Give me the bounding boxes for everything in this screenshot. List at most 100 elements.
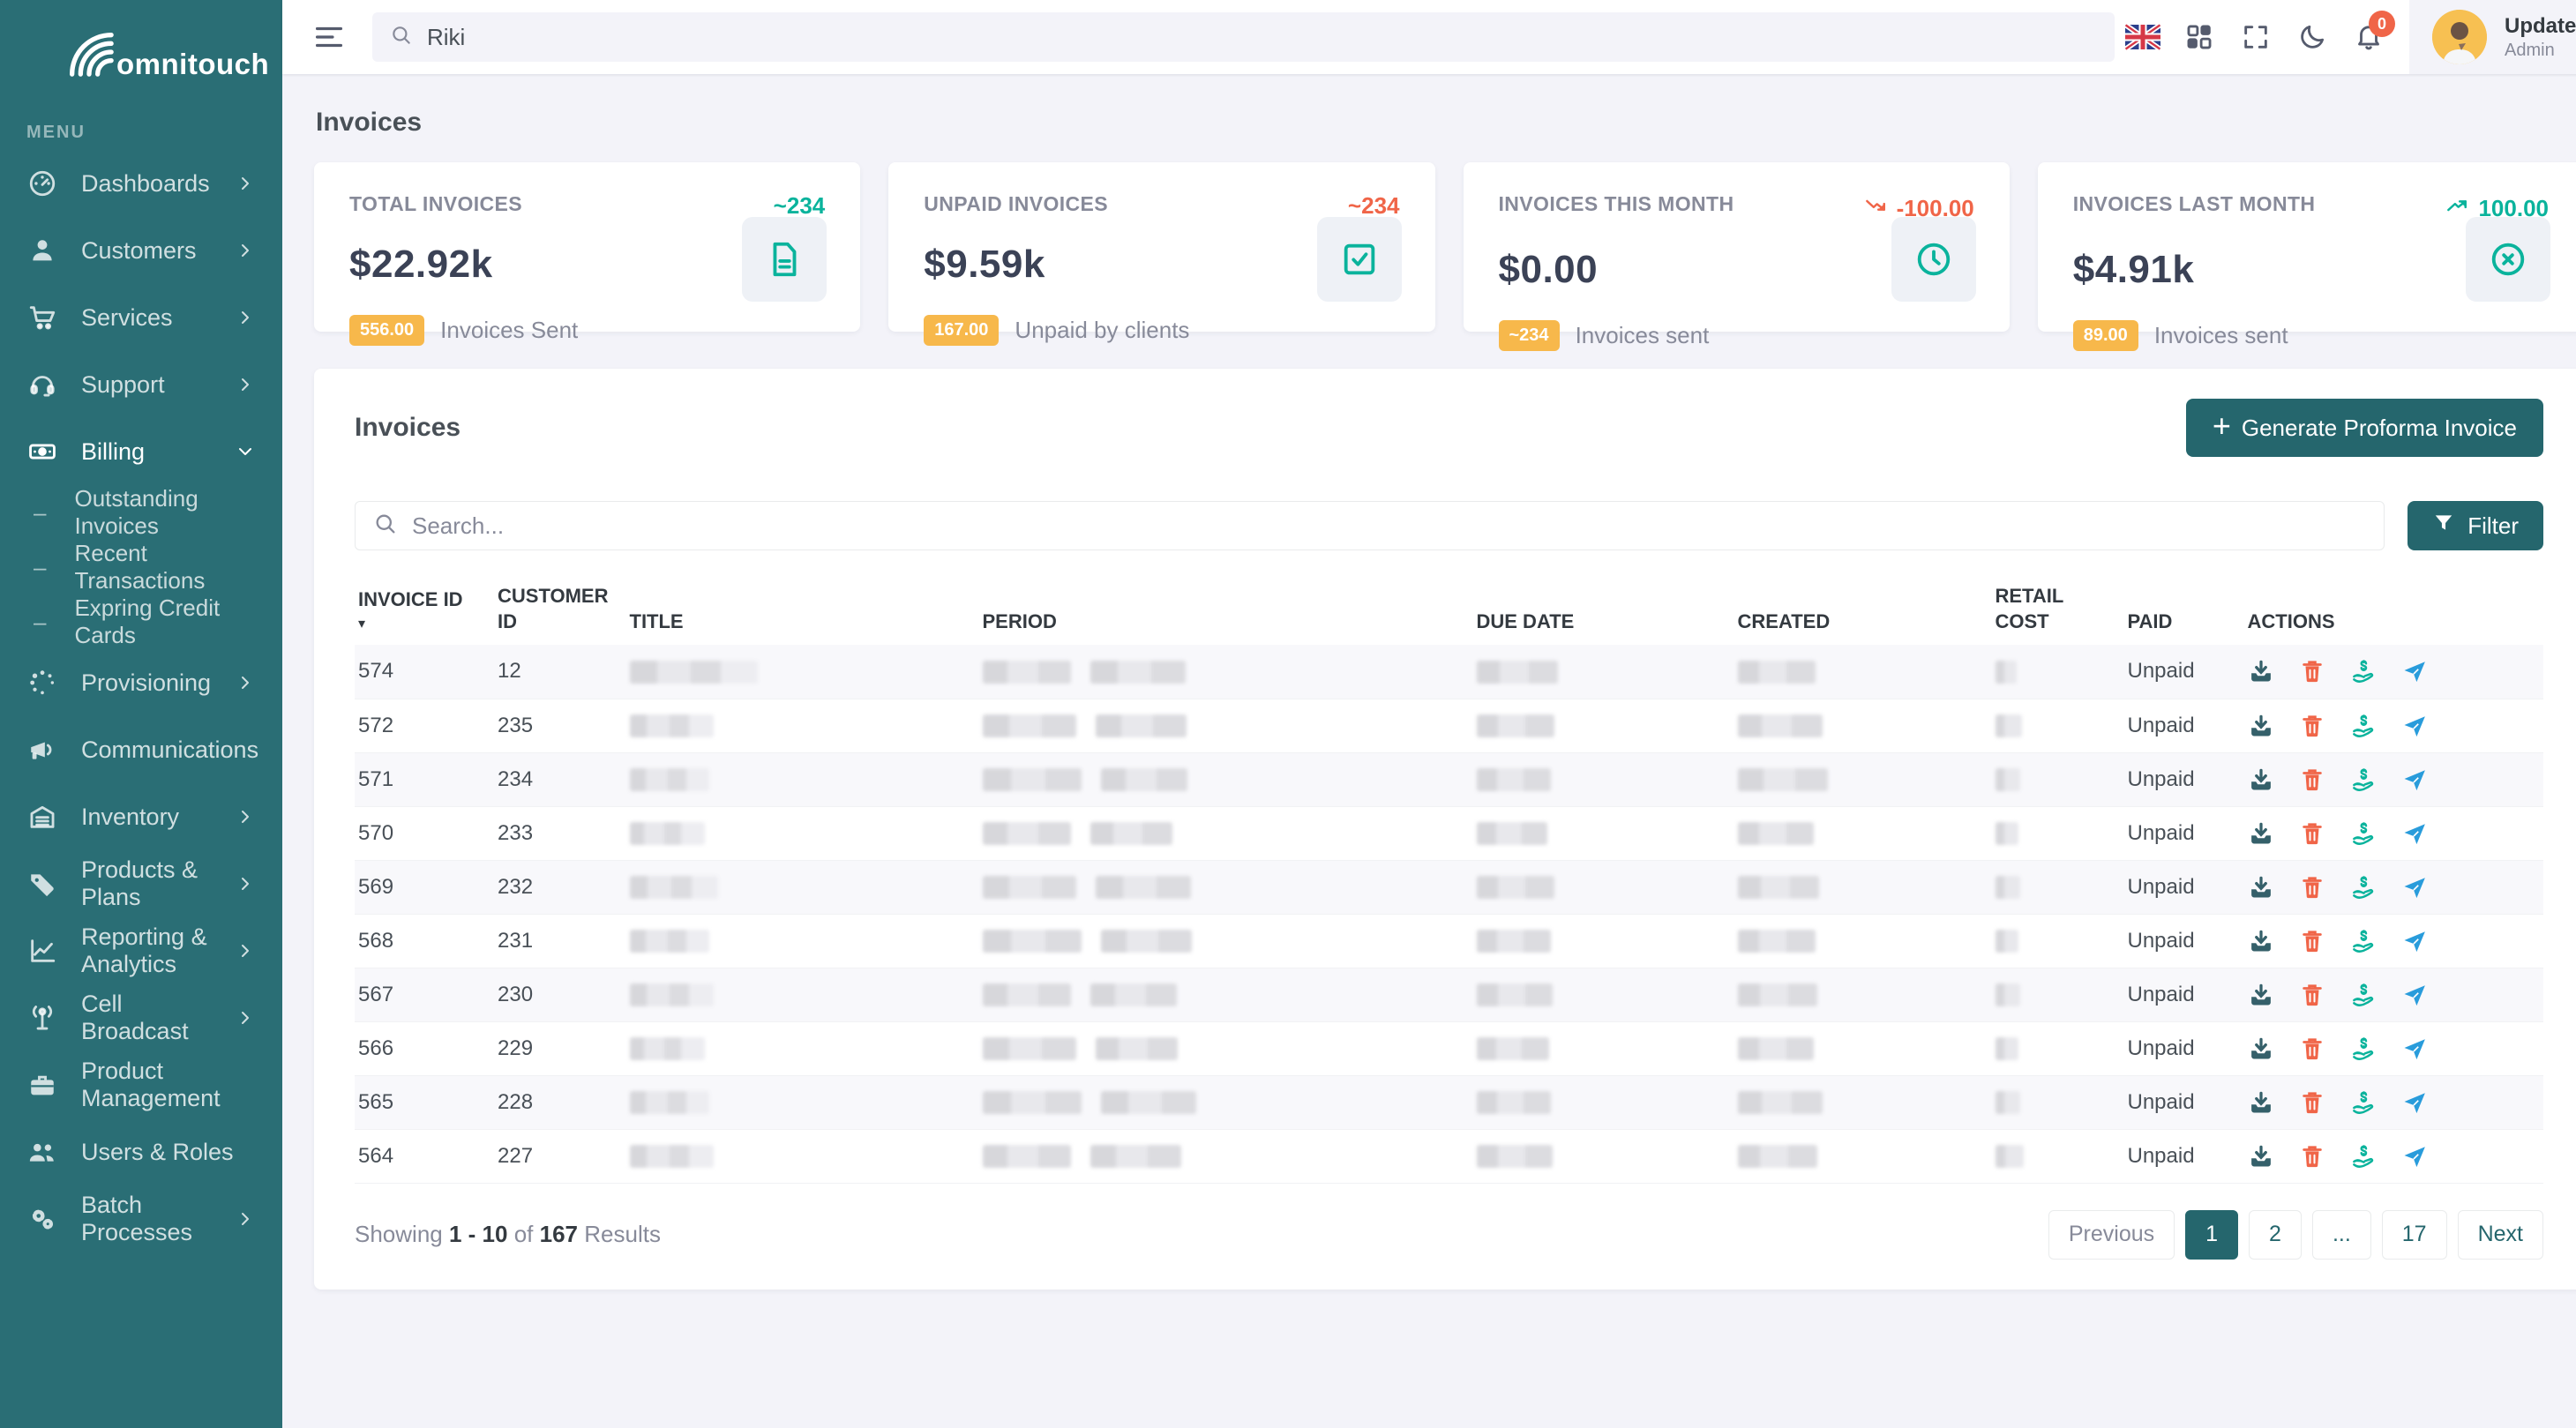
column-header-title[interactable]: TITLE (619, 580, 972, 645)
dark-mode-moon-icon[interactable] (2284, 0, 2340, 74)
invoice-row-568[interactable]: 568231Unpaid (355, 914, 2543, 968)
generate-proforma-invoice-button[interactable]: + Generate Proforma Invoice (2186, 399, 2543, 457)
column-header-created[interactable]: CREATED (1727, 580, 1985, 645)
collect-payment-invoice-icon[interactable] (2350, 982, 2377, 1008)
hamburger-menu-icon[interactable] (312, 20, 346, 54)
send-invoice-icon[interactable] (2401, 766, 2428, 793)
delete-invoice-icon[interactable] (2299, 1143, 2325, 1170)
sidebar-item-provisioning[interactable]: Provisioning (0, 649, 282, 716)
sidebar-subitem-recent-transactions[interactable]: –Recent Transactions (0, 540, 282, 594)
column-header-period[interactable]: PERIOD (972, 580, 1466, 645)
download-invoice-icon[interactable] (2248, 1143, 2274, 1170)
sidebar-item-billing[interactable]: Billing (0, 418, 282, 485)
download-invoice-icon[interactable] (2248, 874, 2274, 901)
sidebar-item-reporting-analytics[interactable]: Reporting & Analytics (0, 917, 282, 984)
sidebar-item-communications[interactable]: Communications (0, 716, 282, 783)
sidebar-item-services[interactable]: Services (0, 284, 282, 351)
invoice-row-569[interactable]: 569232Unpaid (355, 860, 2543, 914)
page-button-17[interactable]: 17 (2382, 1210, 2447, 1260)
sidebar-item-dashboards[interactable]: Dashboards (0, 150, 282, 217)
filter-button[interactable]: Filter (2408, 501, 2543, 550)
column-header-invoice-id[interactable]: INVOICE ID▾ (355, 580, 487, 645)
sidebar-item-support[interactable]: Support (0, 351, 282, 418)
delete-invoice-icon[interactable] (2299, 1035, 2325, 1062)
column-header-actions[interactable]: ACTIONS (2237, 580, 2544, 645)
sidebar-subitem-outstanding-invoices[interactable]: –Outstanding Invoices (0, 485, 282, 540)
sidebar-item-inventory[interactable]: Inventory (0, 783, 282, 850)
collect-payment-invoice-icon[interactable] (2350, 874, 2377, 901)
invoice-row-566[interactable]: 566229Unpaid (355, 1021, 2543, 1075)
invoice-row-570[interactable]: 570233Unpaid (355, 806, 2543, 860)
language-flag-icon[interactable] (2115, 0, 2171, 74)
cell-period (972, 1075, 1466, 1129)
invoice-row-572[interactable]: 572235Unpaid (355, 699, 2543, 752)
invoices-search-input[interactable] (412, 512, 2366, 540)
global-search-input[interactable] (427, 24, 2097, 51)
fullscreen-icon[interactable] (2228, 0, 2284, 74)
delete-invoice-icon[interactable] (2299, 766, 2325, 793)
collect-payment-invoice-icon[interactable] (2350, 766, 2377, 793)
collect-payment-invoice-icon[interactable] (2350, 658, 2377, 684)
redacted-text (1096, 876, 1191, 899)
apps-grid-icon[interactable] (2171, 0, 2228, 74)
collect-payment-invoice-icon[interactable] (2350, 820, 2377, 847)
download-invoice-icon[interactable] (2248, 928, 2274, 954)
redacted-text (1996, 876, 2020, 899)
cell-period (972, 806, 1466, 860)
delete-invoice-icon[interactable] (2299, 874, 2325, 901)
page-button-2[interactable]: 2 (2249, 1210, 2302, 1260)
invoice-row-574[interactable]: 57412Unpaid (355, 645, 2543, 699)
page-button-next[interactable]: Next (2458, 1210, 2543, 1260)
send-invoice-icon[interactable] (2401, 1035, 2428, 1062)
download-invoice-icon[interactable] (2248, 1089, 2274, 1116)
page-button-1[interactable]: 1 (2185, 1210, 2238, 1260)
sidebar-item-customers[interactable]: Customers (0, 217, 282, 284)
collect-payment-invoice-icon[interactable] (2350, 1089, 2377, 1116)
invoice-row-565[interactable]: 565228Unpaid (355, 1075, 2543, 1129)
send-invoice-icon[interactable] (2401, 982, 2428, 1008)
collect-payment-invoice-icon[interactable] (2350, 928, 2377, 954)
invoice-row-564[interactable]: 564227Unpaid (355, 1129, 2543, 1183)
collect-payment-invoice-icon[interactable] (2350, 1035, 2377, 1062)
send-invoice-icon[interactable] (2401, 874, 2428, 901)
send-invoice-icon[interactable] (2401, 1143, 2428, 1170)
send-invoice-icon[interactable] (2401, 658, 2428, 684)
sidebar-item-cell-broadcast[interactable]: Cell Broadcast (0, 984, 282, 1051)
delete-invoice-icon[interactable] (2299, 713, 2325, 739)
download-invoice-icon[interactable] (2248, 766, 2274, 793)
invoice-row-567[interactable]: 567230Unpaid (355, 968, 2543, 1021)
download-invoice-icon[interactable] (2248, 820, 2274, 847)
invoices-search[interactable] (355, 501, 2385, 550)
column-header-retail-cost[interactable]: RETAIL COST (1985, 580, 2117, 645)
sidebar-item-users-roles[interactable]: Users & Roles (0, 1118, 282, 1185)
sidebar-item-products-plans[interactable]: Products & Plans (0, 850, 282, 917)
delete-invoice-icon[interactable] (2299, 1089, 2325, 1116)
column-header-paid[interactable]: PAID (2117, 580, 2237, 645)
sidebar-item-batch-processes[interactable]: Batch Processes (0, 1185, 282, 1252)
download-invoice-icon[interactable] (2248, 1035, 2274, 1062)
user-menu[interactable]: Updated Admin (2409, 0, 2576, 74)
delete-invoice-icon[interactable] (2299, 820, 2325, 847)
column-header-due-date[interactable]: DUE DATE (1466, 580, 1727, 645)
delete-invoice-icon[interactable] (2299, 982, 2325, 1008)
global-search[interactable] (372, 12, 2115, 62)
delete-invoice-icon[interactable] (2299, 928, 2325, 954)
send-invoice-icon[interactable] (2401, 928, 2428, 954)
download-invoice-icon[interactable] (2248, 658, 2274, 684)
download-invoice-icon[interactable] (2248, 982, 2274, 1008)
notifications-bell-icon[interactable]: 0 (2340, 0, 2397, 74)
sidebar-item-product-management[interactable]: Product Management (0, 1051, 282, 1118)
sidebar-subitem-expring-credit-cards[interactable]: –Expring Credit Cards (0, 594, 282, 649)
send-invoice-icon[interactable] (2401, 713, 2428, 739)
collect-payment-invoice-icon[interactable] (2350, 1143, 2377, 1170)
send-invoice-icon[interactable] (2401, 1089, 2428, 1116)
invoice-row-571[interactable]: 571234Unpaid (355, 752, 2543, 806)
send-invoice-icon[interactable] (2401, 820, 2428, 847)
download-invoice-icon[interactable] (2248, 713, 2274, 739)
delete-invoice-icon[interactable] (2299, 658, 2325, 684)
page-button-[interactable]: ... (2312, 1210, 2371, 1260)
collect-payment-invoice-icon[interactable] (2350, 713, 2377, 739)
column-header-customer-id[interactable]: CUSTOMER ID (487, 580, 619, 645)
redacted-text (630, 1037, 705, 1060)
page-button-previous[interactable]: Previous (2048, 1210, 2175, 1260)
